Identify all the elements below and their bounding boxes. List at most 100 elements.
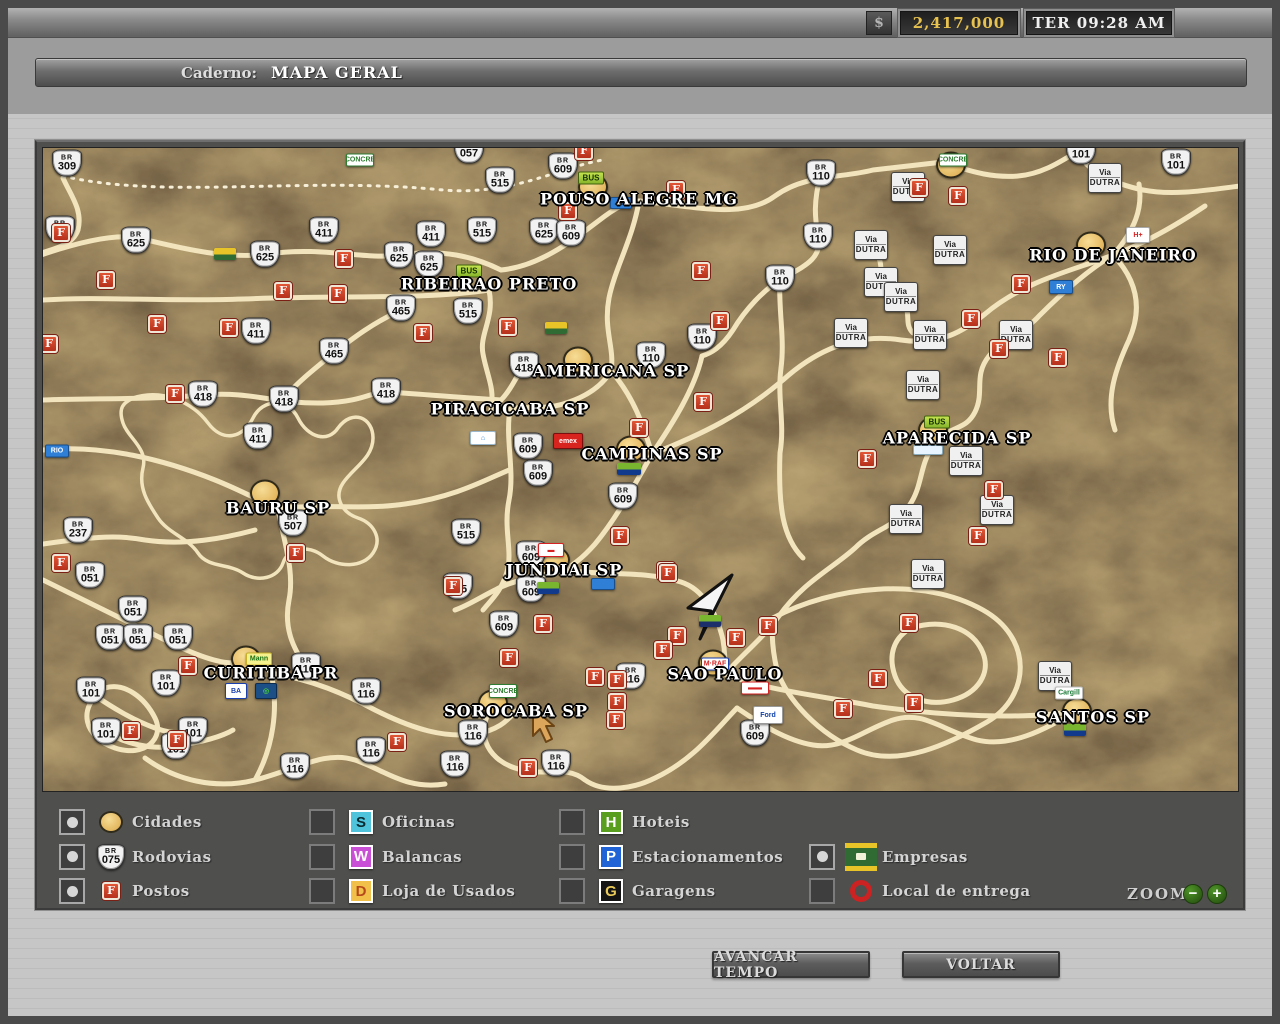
zoom-in-button[interactable]: +: [1207, 884, 1227, 904]
fuel-station-marker: F: [444, 577, 462, 595]
fuel-station-marker: F: [727, 629, 745, 647]
garagens-icon: G: [599, 879, 623, 903]
legend-checkbox-cidades[interactable]: [59, 809, 85, 835]
legend-label-balancas: Balancas: [382, 848, 462, 866]
fuel-station-marker: F: [500, 649, 518, 667]
legend-checkbox-estacionamentos[interactable]: [559, 844, 585, 870]
legend-label-hoteis: Hoteis: [632, 813, 690, 831]
legend-label-oficinas: Oficinas: [382, 813, 455, 831]
br-shield-515: BR515: [451, 519, 481, 546]
br-shield-051: BR051: [123, 624, 153, 651]
br-shield-625: BR625: [250, 241, 280, 268]
legend-checkbox-loja-de-usados[interactable]: [309, 878, 335, 904]
legend-checkbox-rodovias[interactable]: [59, 844, 85, 870]
city-label: RIBEIRAO PRETO: [401, 275, 578, 294]
br-shield-465: BR465: [319, 338, 349, 365]
legend-label-postos: Postos: [132, 882, 190, 900]
legend-label-garagens: Garagens: [632, 882, 716, 900]
br-shield-101: BR101: [91, 718, 121, 745]
legend-label-empresas: Empresas: [882, 848, 968, 866]
br-shield-237: BR237: [63, 517, 93, 544]
via-dutra-shield: ViaDUTRA: [1088, 163, 1122, 193]
legend-checkbox-local-de-entrega[interactable]: [809, 878, 835, 904]
city-label: SOROCABA SP: [444, 702, 588, 721]
fuel-station-marker: F: [1049, 349, 1067, 367]
fuel-station-marker: F: [659, 564, 677, 582]
fuel-station-marker: F: [834, 700, 852, 718]
br-shield-309: BR309: [52, 150, 82, 177]
fuel-station-marker: F: [869, 670, 887, 688]
fuel-station-marker: F: [630, 419, 648, 437]
fuel-station-marker: F: [900, 614, 918, 632]
advance-time-button[interactable]: AVANCAR TEMPO: [712, 951, 870, 978]
legend-checkbox-empresas[interactable]: [809, 844, 835, 870]
zoom-out-button[interactable]: −: [1183, 884, 1203, 904]
br-shield-116: BR116: [280, 753, 310, 780]
br-shield-625: BR625: [529, 218, 559, 245]
br-shield-051: BR051: [163, 624, 193, 651]
checkbox-dot: [817, 851, 828, 862]
city-label: PIRACICABA SP: [431, 400, 590, 419]
br-shield-051: BR051: [118, 596, 148, 623]
money-icon: $: [866, 11, 892, 35]
fuel-station-marker: F: [287, 544, 305, 562]
via-dutra-shield: ViaDUTRA: [980, 495, 1014, 525]
company-logo: CONCRE: [346, 154, 374, 167]
fuel-station-marker: F: [905, 694, 923, 712]
br-shield-116: BR116: [541, 750, 571, 777]
br-shield-101: BR101: [76, 677, 106, 704]
city-label: AMERICANA SP: [533, 362, 689, 381]
fuel-station-marker: F: [166, 385, 184, 403]
company-logo: ◎: [255, 683, 277, 699]
br-shield-116: BR116: [458, 720, 488, 747]
company-logo: Ford: [753, 706, 783, 724]
br-shield-101: BR101: [151, 670, 181, 697]
fuel-station-marker: F: [122, 722, 140, 740]
city-label: SAO PAULO: [668, 665, 783, 684]
fuel-station-marker: F: [414, 324, 432, 342]
legend-checkbox-postos[interactable]: [59, 878, 85, 904]
fuel-station-marker: F: [534, 615, 552, 633]
checkbox-dot: [67, 886, 78, 897]
time-display: TER 09:28 AM: [1026, 11, 1172, 35]
fuel-station-marker: F: [990, 340, 1008, 358]
fuel-station-marker: F: [910, 179, 928, 197]
estacionamentos-icon: P: [599, 845, 623, 869]
br-shield-515: BR515: [453, 298, 483, 325]
legend-checkbox-balancas[interactable]: [309, 844, 335, 870]
br-shield-625: BR625: [121, 227, 151, 254]
legend-checkbox-garagens[interactable]: [559, 878, 585, 904]
oficinas-icon: S: [349, 810, 373, 834]
legend-checkbox-oficinas[interactable]: [309, 809, 335, 835]
legend-label-rodovias: Rodovias: [132, 848, 212, 866]
map-legend: ZOOM − + CidadesBR075RodoviasFPostosSOfi…: [37, 797, 1243, 912]
fuel-station-marker: F: [519, 759, 537, 777]
fuel-station-marker: F: [168, 731, 186, 749]
fuel-station-marker: F: [607, 711, 625, 729]
fuel-station-marker: F: [969, 527, 987, 545]
fuel-station-marker: F: [654, 641, 672, 659]
br-shield-465: BR465: [386, 295, 416, 322]
company-logo: [617, 463, 641, 475]
br-shield-116: BR116: [356, 737, 386, 764]
back-button[interactable]: VOLTAR: [902, 951, 1060, 978]
game-window: $ 2,417,000 TER 09:28 AM Caderno: MAPA G…: [0, 0, 1280, 1024]
window-content: $ 2,417,000 TER 09:28 AM Caderno: MAPA G…: [8, 8, 1272, 1016]
map-panel: BR309BR625BR625BR625BR625BR625BR625BR411…: [35, 140, 1245, 910]
checkbox-dot: [67, 851, 78, 862]
br-shield-609: BR609: [608, 483, 638, 510]
via-dutra-shield: ViaDUTRA: [884, 282, 918, 312]
fuel-station-marker: F: [220, 319, 238, 337]
city-label: BAURU SP: [226, 499, 330, 518]
br-shield-051: BR051: [75, 562, 105, 589]
via-dutra-shield: ViaDUTRA: [911, 559, 945, 589]
company-logo: emex: [553, 433, 583, 449]
company-logo: [214, 248, 236, 260]
br-shield-515: BR515: [485, 167, 515, 194]
via-dutra-shield: ViaDUTRA: [854, 230, 888, 260]
br-shield-418: BR418: [371, 378, 401, 405]
map-viewport[interactable]: BR309BR625BR625BR625BR625BR625BR625BR411…: [42, 147, 1239, 792]
fuel-station-marker: F: [274, 282, 292, 300]
legend-checkbox-hoteis[interactable]: [559, 809, 585, 835]
fuel-station-marker: F: [611, 527, 629, 545]
